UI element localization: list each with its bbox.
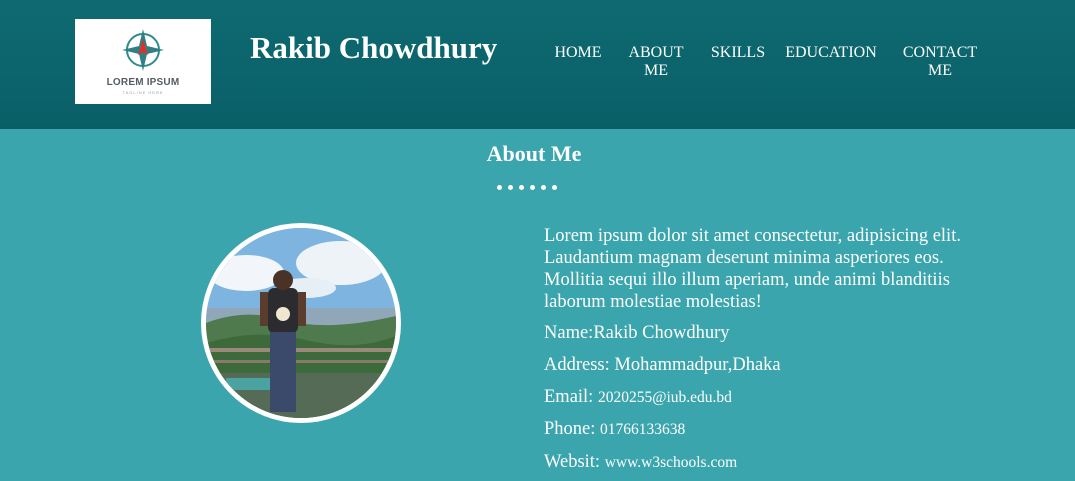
name-value: Rakib Chowdhury xyxy=(593,323,730,343)
compass-icon xyxy=(122,29,164,71)
website-value: www.w3schools.com xyxy=(604,454,738,471)
name-label: Name: xyxy=(544,323,594,343)
nav-education-link[interactable]: EDUCATION xyxy=(782,44,880,62)
address-value: Mohammadpur,Dhaka xyxy=(614,355,781,375)
info-phone: Phone: 01766133638 xyxy=(544,418,685,441)
nav-home-link[interactable]: HOME xyxy=(550,44,606,62)
info-website: Websit: www.w3schools.com xyxy=(544,451,737,474)
about-bio: Lorem ipsum dolor sit amet consectetur, … xyxy=(544,226,961,312)
nav-about-line2: ME xyxy=(644,62,668,79)
email-label: Email: xyxy=(544,387,594,407)
divider-dot xyxy=(552,185,557,190)
site-header: LOREM IPSUM TAGLINE HERE Rakib Chowdhury… xyxy=(0,0,1075,129)
site-title: Rakib Chowdhury xyxy=(250,30,498,65)
divider-dot xyxy=(508,185,513,190)
site-logo[interactable]: LOREM IPSUM TAGLINE HERE xyxy=(75,19,211,104)
nav-about-line1: ABOUT xyxy=(628,44,684,61)
divider-dot xyxy=(519,185,524,190)
title-divider-dots xyxy=(497,185,577,193)
phone-value: 01766133638 xyxy=(600,421,686,438)
nav-contact-link[interactable]: CONTACT ME xyxy=(896,44,984,80)
about-title: About Me xyxy=(486,141,582,166)
nav-contact-line1: CONTACT xyxy=(902,44,978,61)
info-name: Name:Rakib Chowdhury xyxy=(544,322,730,344)
nav-skills-link[interactable]: SKILLS xyxy=(706,44,770,62)
divider-dot xyxy=(497,185,502,190)
nav-contact-line2: ME xyxy=(928,62,952,79)
phone-label: Phone: xyxy=(544,419,596,439)
divider-dot xyxy=(541,185,546,190)
address-label: Address: xyxy=(544,355,610,375)
info-address: Address: Mohammadpur,Dhaka xyxy=(544,354,781,376)
logo-text: LOREM IPSUM xyxy=(106,77,180,88)
nav-about-link[interactable]: ABOUT ME xyxy=(622,44,690,80)
logo-tagline: TAGLINE HERE xyxy=(122,90,164,95)
profile-photo xyxy=(201,223,401,423)
divider-dot xyxy=(530,185,535,190)
email-value: 2020255@iub.edu.bd xyxy=(597,389,732,406)
info-email: Email: 2020255@iub.edu.bd xyxy=(544,386,732,409)
website-label: Websit: xyxy=(544,452,601,472)
